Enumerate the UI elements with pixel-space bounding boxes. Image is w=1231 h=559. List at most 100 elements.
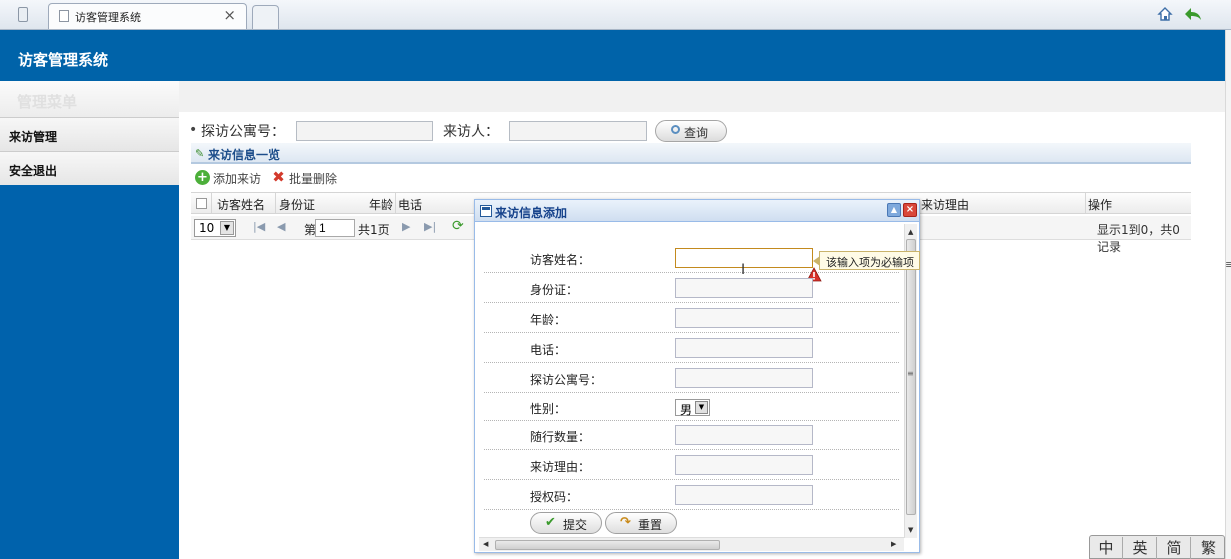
column-separator <box>211 193 212 213</box>
dialog-header[interactable]: 来访信息添加 ▲ × <box>475 200 919 222</box>
age-label: 年龄： <box>530 313 567 327</box>
apartment-field[interactable] <box>675 368 813 388</box>
apartment-label: 探访公寓号： <box>201 124 285 140</box>
id-card-field[interactable] <box>675 278 813 298</box>
search-bullet: • <box>189 122 198 138</box>
column-phone[interactable]: 电话 <box>398 196 422 213</box>
delete-icon: ✖ <box>272 168 285 186</box>
first-page-icon[interactable]: |◀ <box>253 220 265 233</box>
submit-label: 提交 <box>563 518 588 532</box>
form-row: 电话： <box>484 333 899 363</box>
name-label: 访客姓名： <box>530 253 591 267</box>
ime-traditional[interactable]: 繁 <box>1192 537 1225 559</box>
sidebar-title: 管理菜单 <box>0 81 179 117</box>
column-separator <box>395 193 396 213</box>
reset-button[interactable]: ↷ 重置 <box>605 512 677 534</box>
batch-delete-label: 批量删除 <box>289 172 338 186</box>
add-visit-label: 添加来访 <box>213 172 262 186</box>
batch-delete-button[interactable]: ✖ 批量删除 <box>271 170 337 188</box>
page-scrollbar[interactable]: ≡ <box>1225 30 1231 559</box>
tab-close-icon[interactable]: × <box>223 6 236 24</box>
panel-header: ✎ 来访信息一览 <box>191 143 1191 164</box>
reason-field[interactable] <box>675 455 813 475</box>
column-id-card[interactable]: 身份证 <box>279 196 315 213</box>
page-total: 共1页 <box>358 223 390 237</box>
visitor-search-input[interactable] <box>509 121 647 141</box>
scroll-down-icon[interactable]: ▼ <box>908 526 913 534</box>
reset-arrow-icon: ↷ <box>620 515 631 530</box>
scroll-grip-icon: ≡ <box>907 369 914 378</box>
last-page-icon[interactable]: ▶| <box>424 220 436 233</box>
sidebar-item-logout[interactable]: 安全退出 <box>0 151 179 185</box>
next-page-icon[interactable]: ▶ <box>402 220 410 233</box>
search-bar: • 探访公寓号： 来访人： 查询 <box>189 120 1189 143</box>
chevron-down-icon: ▼ <box>220 221 234 235</box>
column-separator <box>1085 193 1086 213</box>
dialog-buttons: ✔ 提交 ↷ 重置 <box>479 510 899 536</box>
ime-english[interactable]: 英 <box>1124 537 1157 559</box>
gender-value: 男 <box>680 403 693 417</box>
column-actions[interactable]: 操作 <box>1088 196 1112 213</box>
new-tab-button[interactable] <box>252 5 279 29</box>
page-number-input[interactable] <box>315 219 355 237</box>
column-separator <box>275 193 276 213</box>
menu-icon[interactable] <box>18 7 28 22</box>
companions-label: 随行数量： <box>530 430 591 444</box>
validation-tooltip: 该输入项为必输项 <box>813 251 920 270</box>
form-row: 探访公寓号： <box>484 363 899 393</box>
minimize-icon[interactable]: ▲ <box>887 203 901 217</box>
dialog-form: 访客姓名： 身份证： 年龄： 电话： 探访公寓号： 性别： 男 ▼ 随行数量： … <box>479 227 904 537</box>
column-age[interactable]: 年龄 <box>369 196 393 213</box>
grid-toolbar: + 添加来访 ✖ 批量删除 <box>191 166 1191 192</box>
companions-field[interactable] <box>675 425 813 445</box>
browser-tab[interactable]: 访客管理系统 × <box>48 3 247 29</box>
back-arrow-icon[interactable] <box>1184 6 1202 22</box>
reset-label: 重置 <box>638 518 663 532</box>
gender-label: 性别： <box>530 402 567 416</box>
close-icon[interactable]: × <box>903 203 917 217</box>
scroll-grip-icon: ≡ <box>1225 258 1231 271</box>
reason-label: 来访理由： <box>530 460 591 474</box>
apartment-search-input[interactable] <box>296 121 433 141</box>
home-icon[interactable] <box>1157 6 1173 22</box>
ime-chinese[interactable]: 中 <box>1090 537 1123 559</box>
query-button[interactable]: 查询 <box>655 120 727 142</box>
dialog-horizontal-scrollbar[interactable]: ◀ ▶ <box>479 537 904 551</box>
main-top-band <box>179 81 1225 112</box>
form-row: 年龄： <box>484 303 899 333</box>
add-visit-button[interactable]: + 添加来访 <box>195 170 261 188</box>
scroll-right-icon[interactable]: ▶ <box>891 540 896 548</box>
phone-field[interactable] <box>675 338 813 358</box>
phone-label: 电话： <box>530 343 567 357</box>
save-disk-icon <box>480 205 492 217</box>
sidebar-item-visit-management[interactable]: 来访管理 <box>0 117 179 151</box>
column-name[interactable]: 访客姓名 <box>217 196 265 213</box>
scroll-up-icon[interactable]: ▲ <box>908 228 913 236</box>
pagination-info: 显示1到0，共0记录 <box>1097 223 1180 254</box>
browser-toolbar: 访客管理系统 × <box>0 0 1231 30</box>
gender-select[interactable]: 男 ▼ <box>675 399 710 417</box>
scroll-thumb[interactable] <box>495 540 720 550</box>
tab-title: 访客管理系统 <box>75 11 141 24</box>
ime-simplified[interactable]: 简 <box>1158 537 1191 559</box>
column-reason[interactable]: 来访理由 <box>921 196 969 213</box>
page-size-value: 10 <box>199 221 215 235</box>
scroll-left-icon[interactable]: ◀ <box>483 540 488 548</box>
dialog-vertical-scrollbar[interactable]: ▲ ≡ ▼ <box>904 224 917 538</box>
select-all-checkbox[interactable] <box>196 198 207 209</box>
check-icon: ✔ <box>545 515 556 530</box>
auth-code-field[interactable] <box>675 485 813 505</box>
auth-code-label: 授权码： <box>530 490 579 504</box>
chevron-down-icon: ▼ <box>695 401 708 414</box>
app-header: 访客管理系统 <box>0 30 1225 81</box>
prev-page-icon[interactable]: ◀ <box>277 220 285 233</box>
ime-toolbar: 中 英 简 繁 <box>1089 535 1225 559</box>
visitor-label: 来访人： <box>443 124 499 140</box>
refresh-icon[interactable]: ⟳ <box>452 218 464 234</box>
text-cursor-icon: I <box>741 262 746 278</box>
page-size-select[interactable]: 10 ▼ <box>194 219 236 237</box>
submit-button[interactable]: ✔ 提交 <box>530 512 602 534</box>
apartment-label: 探访公寓号： <box>530 373 603 387</box>
age-field[interactable] <box>675 308 813 328</box>
form-row: 来访理由： <box>484 450 899 480</box>
